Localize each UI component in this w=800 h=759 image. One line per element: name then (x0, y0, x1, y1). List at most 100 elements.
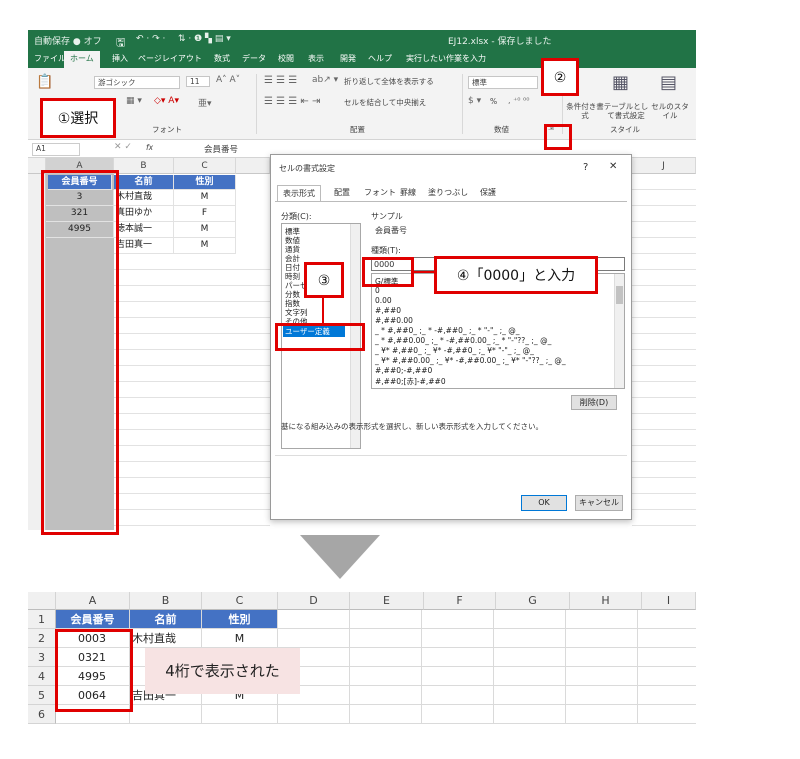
tab-help[interactable]: ヘルプ (368, 53, 392, 64)
row-header-2[interactable]: 2 (28, 629, 56, 648)
currency-icon[interactable]: $ ▾ (468, 96, 481, 106)
tab-protection[interactable]: 保護 (475, 185, 501, 201)
column-header-d[interactable]: D (278, 592, 350, 610)
tab-border[interactable]: 罫線 (395, 185, 421, 201)
cell-c5[interactable]: M (174, 238, 236, 254)
column-header-h[interactable]: H (570, 592, 642, 610)
sort-icon[interactable]: ⇅ · ❶ ▚ ▤ ▾ (178, 34, 231, 44)
help-button[interactable]: ? (583, 162, 588, 173)
cell-a1[interactable]: 会員番号 (56, 610, 130, 629)
tab-fill[interactable]: 塗りつぶし (423, 185, 473, 201)
tab-developer[interactable]: 開発 (340, 53, 356, 64)
format-item[interactable]: _ * #,##0_ ;_ * -#,##0_ ;_ * "-"_ ;_ @_ (375, 326, 520, 335)
column-header-f[interactable]: F (424, 592, 496, 610)
autosave-toggle[interactable]: 自動保存 ● オフ (34, 34, 102, 47)
select-all-corner[interactable] (28, 592, 56, 610)
column-header-e[interactable]: E (350, 592, 424, 610)
format-item[interactable]: #,##0.00 (375, 316, 413, 325)
format-item[interactable]: _ ¥* #,##0.00_ ;_ ¥* -#,##0.00_ ;_ ¥* "-… (375, 356, 566, 365)
merge-center-button[interactable]: セルを結合して中央揃え (344, 97, 426, 108)
wrap-text-button[interactable]: 折り返して全体を表示する (344, 76, 434, 87)
column-header-c[interactable]: C (202, 592, 278, 610)
cell-b1[interactable]: 名前 (130, 610, 202, 629)
column-header-i[interactable]: I (642, 592, 696, 610)
undo-icon[interactable]: ↶ · ↷ · (136, 34, 165, 44)
percent-button[interactable]: % (490, 97, 497, 106)
font-grow-icon[interactable]: A˄ A˅ (216, 75, 240, 85)
cell-b3[interactable]: 真田ゆか (114, 206, 174, 222)
table-format-icon[interactable]: ▦ (612, 72, 629, 93)
tab-data[interactable]: データ (242, 53, 266, 64)
font-color-icon[interactable]: ◇▾ A▾ (154, 96, 179, 106)
tab-view[interactable]: 表示 (308, 53, 324, 64)
row-header-6[interactable]: 6 (28, 705, 56, 724)
format-item[interactable]: #,##0 (375, 306, 401, 315)
number-format-box[interactable]: 標準 (468, 76, 538, 89)
row-header-4[interactable]: 4 (28, 667, 56, 686)
cell-c1[interactable]: 性別 (174, 175, 236, 190)
font-name-box[interactable]: 游ゴシック (94, 76, 180, 89)
function-icon[interactable]: fx (146, 143, 153, 152)
column-header-b[interactable]: B (130, 592, 202, 610)
ok-button[interactable]: OK (521, 495, 567, 511)
phonetic-icon[interactable]: 亜▾ (198, 96, 212, 109)
tell-me-search[interactable]: 実行したい作業を入力 (406, 53, 486, 64)
cell-styles-icon[interactable]: ▤ (660, 72, 677, 93)
tab-home[interactable]: ホーム (64, 51, 100, 68)
step4-input-highlight (362, 257, 414, 287)
delete-button[interactable]: 削除(D) (571, 395, 617, 410)
tab-formulas[interactable]: 数式 (214, 53, 230, 64)
column-header-d[interactable] (236, 158, 270, 174)
column-header-j[interactable]: J (632, 158, 696, 174)
format-item[interactable]: _ ¥* #,##0_ ;_ ¥* -#,##0_ ;_ ¥* "-"_ ;_ … (375, 346, 534, 355)
tab-file[interactable]: ファイル (34, 53, 66, 64)
cell-c4[interactable]: M (174, 222, 236, 238)
formula-content[interactable]: 会員番号 (204, 143, 238, 155)
border-icon[interactable]: ▦ ▾ (126, 96, 142, 106)
tab-alignment[interactable]: 配置 (329, 185, 355, 201)
row-header-5[interactable]: 5 (28, 686, 56, 705)
cell-b5[interactable]: 吉田真一 (114, 238, 174, 254)
cell-b4[interactable]: 徳本誠一 (114, 222, 174, 238)
cell-c3[interactable]: F (174, 206, 236, 222)
column-header-a[interactable]: A (56, 592, 130, 610)
column-header-c[interactable]: C (174, 158, 236, 174)
paste-icon[interactable]: 📋 (36, 74, 53, 90)
cell-c2[interactable]: M (202, 629, 278, 648)
cancel-button[interactable]: キャンセル (575, 495, 623, 511)
cell-c2[interactable]: M (174, 190, 236, 206)
align-top-icon[interactable]: ☰ ☰ ☰ (264, 75, 297, 86)
row-header-1[interactable]: 1 (28, 610, 56, 629)
row-header-3[interactable]: 3 (28, 648, 56, 667)
cell-c1[interactable]: 性別 (202, 610, 278, 629)
cell-b2[interactable]: 木村直哉 (130, 629, 202, 648)
tab-page-layout[interactable]: ページレイアウト (138, 53, 202, 64)
cell-b1[interactable]: 名前 (114, 175, 174, 190)
cell-styles-button[interactable]: セルのスタイル (650, 102, 690, 120)
format-scrollbar[interactable] (614, 274, 624, 388)
tab-review[interactable]: 校閲 (278, 53, 294, 64)
format-item[interactable]: 0.00 (375, 296, 392, 305)
cell-b2[interactable]: 木村直哉 (114, 190, 174, 206)
tab-insert[interactable]: 挿入 (112, 53, 128, 64)
format-item[interactable]: #,##0;[赤]-#,##0 (375, 376, 446, 387)
format-item[interactable]: _ * #,##0.00_ ;_ * -#,##0.00_ ;_ * "-"??… (375, 336, 551, 345)
tab-number-format[interactable]: 表示形式 (277, 185, 321, 201)
format-item[interactable]: 0 (375, 286, 380, 295)
cell-b6[interactable] (130, 705, 202, 724)
scroll-thumb[interactable] (616, 286, 623, 304)
result-column-highlight (55, 629, 133, 712)
decimal-icon[interactable]: , ⁺⁰ ⁰⁰ (508, 96, 529, 105)
format-item[interactable]: #,##0;-#,##0 (375, 366, 432, 375)
column-header-b[interactable]: B (114, 158, 174, 174)
orientation-icon[interactable]: ab↗ ▾ (312, 75, 338, 85)
font-size-box[interactable]: 11 (186, 76, 210, 87)
format-as-table-button[interactable]: テーブルとして書式設定 (602, 102, 650, 120)
cancel-enter-icon[interactable]: ✕ ✓ (114, 142, 132, 152)
align-left-icon[interactable]: ☰ ☰ ☰ ⇤ ⇥ (264, 96, 320, 107)
name-box[interactable]: A1 (32, 143, 80, 156)
close-button[interactable]: ✕ (609, 161, 617, 172)
cell-c6[interactable] (202, 705, 278, 724)
conditional-format-button[interactable]: 条件付き書式 (566, 102, 604, 120)
column-header-g[interactable]: G (496, 592, 570, 610)
